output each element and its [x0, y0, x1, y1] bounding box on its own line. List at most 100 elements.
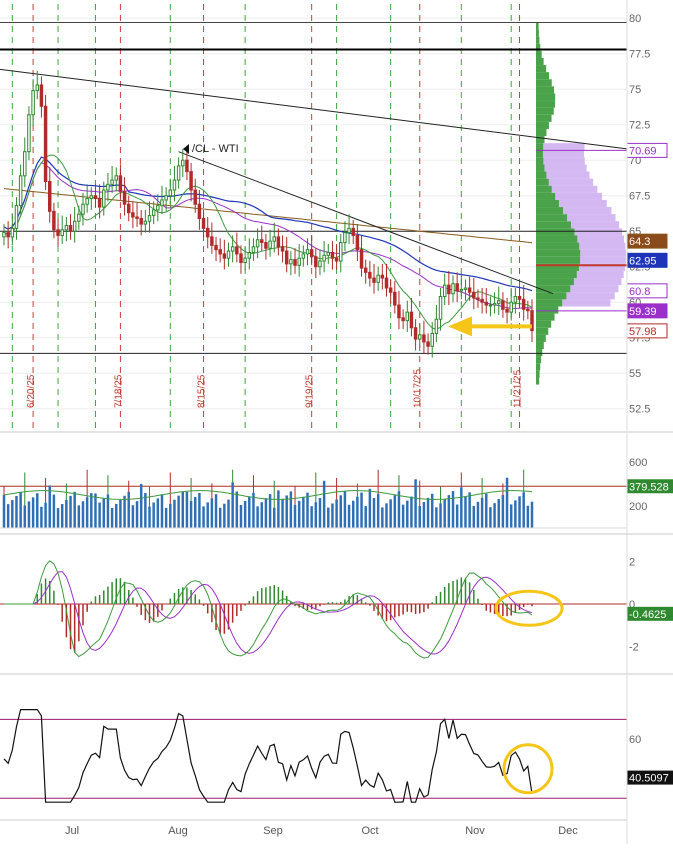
candle-body: [235, 246, 239, 255]
candle-body: [268, 240, 272, 249]
candle-body: [193, 189, 197, 205]
volume-bar: [110, 507, 114, 528]
volume-bar: [189, 501, 193, 528]
candle-body: [77, 213, 81, 222]
candle-body: [442, 284, 447, 298]
volume-bar: [331, 503, 334, 528]
volume-bar: [94, 493, 97, 528]
profile-bar: [536, 334, 546, 342]
candle-body: [172, 179, 177, 191]
volume-bar: [505, 477, 509, 528]
volume-bar: [148, 506, 151, 528]
candle-body: [239, 253, 243, 263]
volume-bar: [327, 507, 330, 528]
volume-bar: [243, 500, 247, 528]
volume-bar: [501, 495, 505, 528]
volume-bar: [31, 497, 35, 528]
rsi-panel[interactable]: 604040.5097: [0, 676, 673, 822]
profile-value-area: [559, 199, 607, 208]
volume-bar: [123, 495, 126, 528]
volume-bar: [210, 498, 214, 528]
candle-body: [110, 179, 114, 185]
profile-value-area: [542, 150, 584, 158]
candle-body: [409, 311, 414, 329]
profile-bar: [536, 72, 549, 80]
profile-value-area: [580, 256, 626, 264]
candle-body: [197, 203, 202, 219]
volume-bar: [36, 493, 39, 528]
profile-value-area: [573, 278, 622, 286]
candle-body: [2, 232, 6, 238]
profile-bar: [536, 114, 552, 122]
volume-bar: [169, 503, 172, 528]
rsi-axis-background: [627, 676, 673, 822]
macd-tick-label: 2: [629, 556, 635, 568]
x-tick-label: Nov: [465, 825, 485, 837]
volume-bar: [173, 499, 176, 528]
profile-bar: [536, 278, 574, 286]
candle-body: [52, 210, 56, 231]
macd-panel[interactable]: 20-2-0.4625: [0, 536, 673, 675]
candle-body: [85, 198, 89, 205]
volume-bar: [277, 490, 280, 528]
volume-bar: [52, 494, 56, 528]
volume-bar: [206, 502, 209, 528]
candle-body: [139, 217, 143, 225]
volume-bar: [472, 505, 476, 528]
symbol-label: /CL - WTI: [192, 143, 239, 155]
rsi-tick-label: 60: [629, 734, 641, 746]
profile-bar: [536, 341, 544, 350]
price-panel[interactable]: 6/20/25 7/18/25 8/15/25 9/19/25 10/17/25 11/2…: [0, 0, 673, 433]
volume-bar: [489, 507, 492, 528]
profile-bar: [536, 185, 552, 193]
profile-bar: [536, 199, 560, 208]
volume-bar: [256, 506, 259, 528]
volume-bar: [476, 501, 480, 528]
volume-bar: [248, 496, 251, 528]
volume-bar: [526, 505, 530, 528]
candle-body: [347, 227, 351, 234]
x-tick-label: Oct: [361, 825, 378, 837]
candle-body: [463, 287, 468, 290]
candle-body: [122, 190, 127, 205]
volume-bar: [455, 504, 459, 528]
volume-panel[interactable]: 600400200379.528: [0, 434, 673, 535]
profile-value-area: [551, 185, 598, 193]
volume-bar: [264, 498, 268, 528]
candle-body: [23, 151, 27, 177]
volume-bar: [106, 494, 110, 528]
chart-canvas[interactable]: 6/20/25 7/18/25 8/15/25 9/19/25 10/17/25 11/2…: [0, 0, 673, 844]
event-date-label: 11/21/25: [513, 369, 524, 408]
candle-body: [260, 239, 264, 244]
candle-body: [31, 90, 35, 116]
candle-body: [413, 327, 418, 340]
volume-bar: [356, 496, 359, 528]
candle-body: [334, 257, 339, 262]
candle-body: [39, 84, 44, 107]
volume-bar: [426, 497, 430, 528]
volume-bar: [485, 493, 488, 528]
profile-bar: [536, 86, 554, 94]
profile-value-area: [567, 214, 616, 222]
profile-value-area: [555, 192, 603, 200]
volume-bar: [15, 495, 18, 528]
volume-value-tag-text: 379.528: [629, 481, 669, 493]
candle-body: [476, 297, 480, 300]
candle-body: [447, 284, 451, 295]
candle-body: [343, 232, 347, 244]
price-tick-label: 52.5: [629, 404, 650, 416]
event-date-label: 6/20/25: [26, 374, 37, 408]
candle-body: [27, 114, 31, 153]
volume-bar: [289, 491, 293, 528]
volume-bar: [40, 506, 43, 528]
price-tick-label: 77.5: [629, 49, 650, 61]
profile-value-area: [543, 157, 585, 165]
profile-bar: [536, 270, 577, 279]
volume-bar: [119, 499, 122, 528]
candle-body: [114, 175, 118, 181]
x-tick-label: Aug: [168, 825, 188, 837]
candle-body: [68, 225, 73, 232]
profile-value-area: [570, 285, 619, 293]
profile-value-area: [548, 178, 594, 186]
volume-bar: [2, 495, 6, 528]
